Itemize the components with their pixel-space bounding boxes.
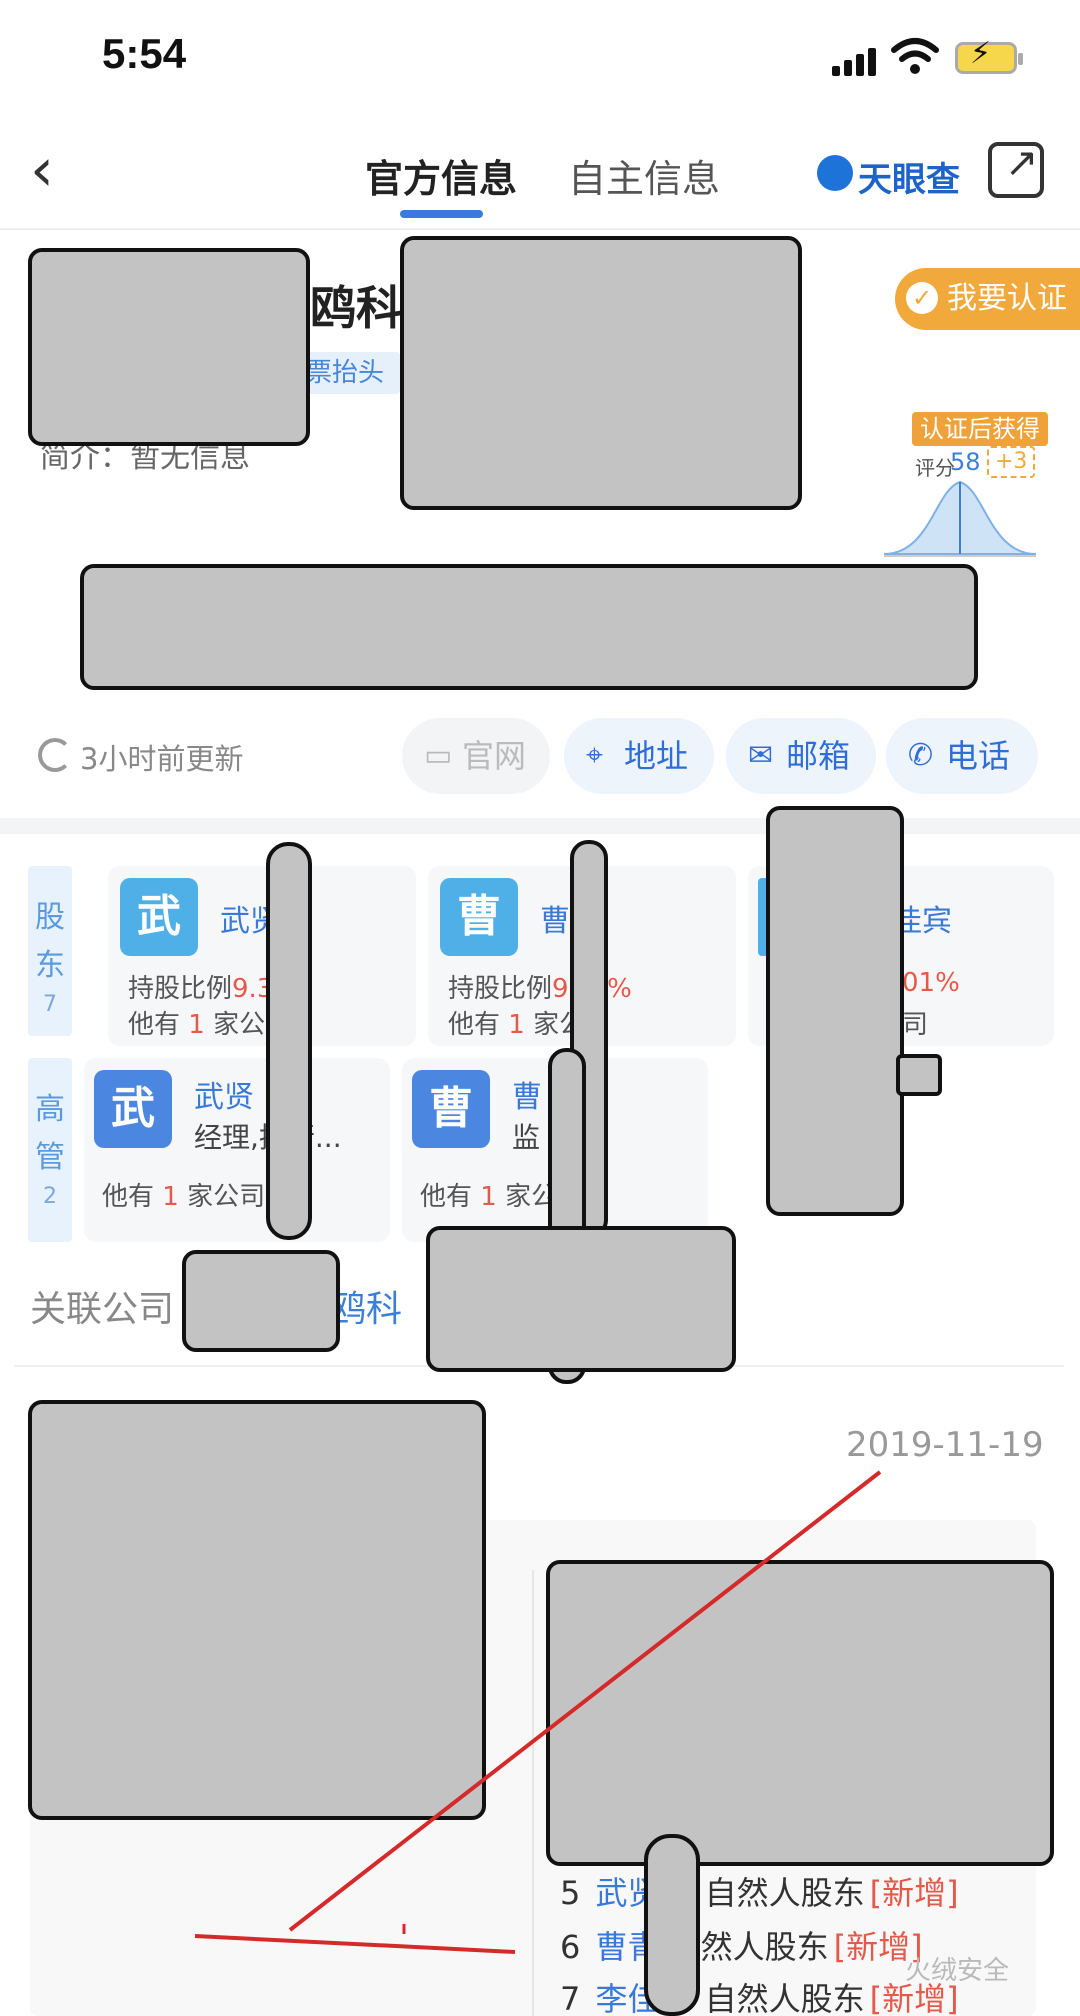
watermark: 火绒安全	[905, 1956, 1010, 1986]
red-annotation-lines	[194, 1470, 882, 1954]
